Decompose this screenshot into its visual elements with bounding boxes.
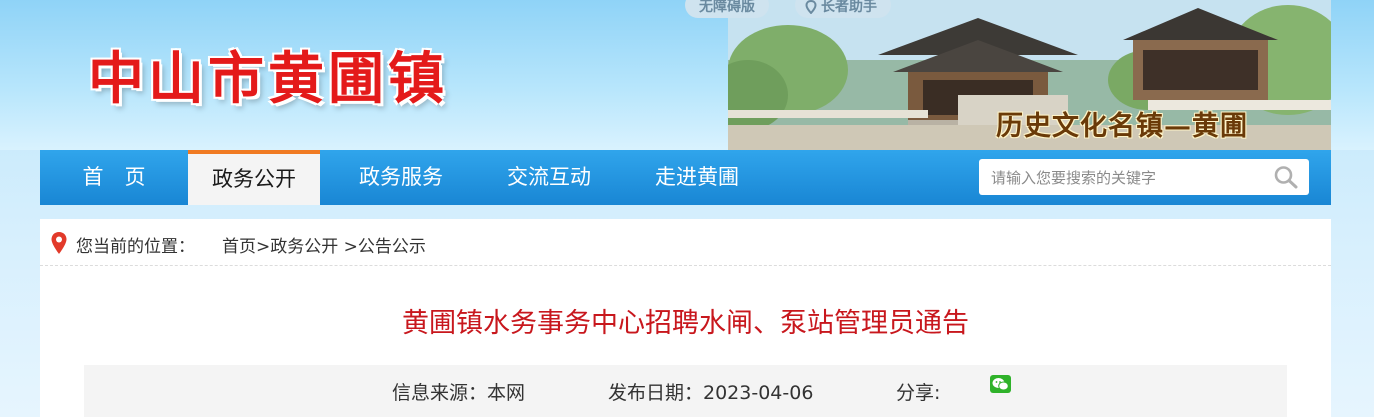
share-label: 分享: <box>896 382 941 404</box>
elder-assistant-link[interactable]: 长者助手 <box>795 0 891 18</box>
article-source: 信息来源：本网 <box>392 382 526 404</box>
breadcrumb: 您当前的位置： 首页>政务公开 >公告公示 <box>40 219 1331 266</box>
article-title: 黄圃镇水务事务中心招聘水闸、泵站管理员通告 <box>402 308 969 339</box>
wechat-icon[interactable] <box>990 375 1011 393</box>
nav-item-government-affairs[interactable]: 政务公开 <box>188 150 320 205</box>
search-box <box>979 159 1309 197</box>
article-meta: 信息来源：本网 发布日期：2023-04-06 分享: <box>84 365 1287 417</box>
main-navigation: 首 页 政务公开 政务服务 交流互动 走进黄圃 <box>40 150 1331 205</box>
search-input[interactable] <box>989 159 1263 197</box>
search-icon[interactable] <box>1273 165 1299 189</box>
nav-item-home[interactable]: 首 页 <box>40 150 188 205</box>
breadcrumb-prefix: 您当前的位置： <box>76 237 195 257</box>
breadcrumb-path[interactable]: 首页>政务公开 >公告公示 <box>222 232 426 257</box>
nav-item-interaction[interactable]: 交流互动 <box>484 150 614 205</box>
nav-item-government-services[interactable]: 政务服务 <box>336 150 466 205</box>
accessibility-mode-link[interactable]: 无障碍版 <box>685 0 769 18</box>
article-date: 发布日期：2023-04-06 <box>608 382 814 404</box>
nav-item-about-huangpu[interactable]: 走进黄圃 <box>632 150 762 205</box>
site-header: 中山市黄圃镇 无障碍版 长者助手 历史文化名镇—黄圃 <box>0 0 1374 150</box>
location-pin-icon <box>51 232 67 254</box>
location-outline-icon <box>805 0 817 14</box>
content-panel: 您当前的位置： 首页>政务公开 >公告公示 黄圃镇水务事务中心招聘水闸、泵站管理… <box>40 219 1331 417</box>
banner-slogan: 历史文化名镇—黄圃 <box>996 111 1248 142</box>
site-title: 中山市黄圃镇 <box>88 47 448 112</box>
elder-assistant-label: 长者助手 <box>821 0 877 15</box>
wechat-glyph <box>992 378 1009 391</box>
